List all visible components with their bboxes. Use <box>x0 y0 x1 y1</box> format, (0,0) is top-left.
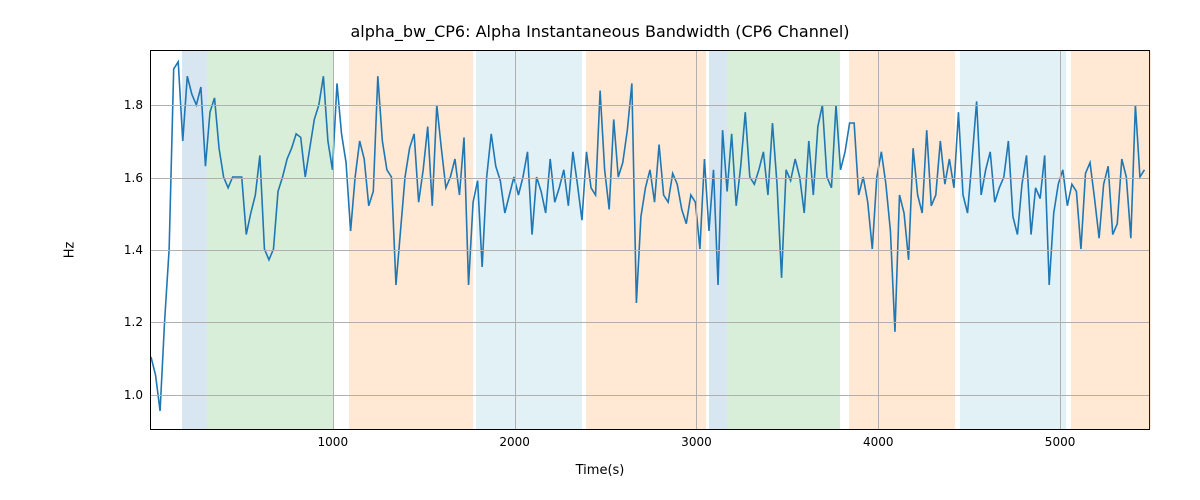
y-tick-label: 1.6 <box>124 171 151 185</box>
grid-line-h <box>151 322 1149 323</box>
series-line <box>151 62 1144 411</box>
grid-line-v <box>515 51 516 429</box>
grid-line-v <box>1060 51 1061 429</box>
grid-line-v <box>878 51 879 429</box>
x-tick-label: 3000 <box>681 429 712 449</box>
plot-area: 1.01.21.41.61.810002000300040005000 <box>150 50 1150 430</box>
y-tick-label: 1.0 <box>124 388 151 402</box>
grid-line-h <box>151 395 1149 396</box>
grid-line-h <box>151 250 1149 251</box>
chart-title: alpha_bw_CP6: Alpha Instantaneous Bandwi… <box>0 22 1200 41</box>
x-tick-label: 4000 <box>863 429 894 449</box>
x-tick-label: 2000 <box>499 429 530 449</box>
data-line <box>151 51 1149 429</box>
y-axis-label: Hz <box>63 242 78 259</box>
y-tick-label: 1.8 <box>124 98 151 112</box>
y-tick-label: 1.2 <box>124 315 151 329</box>
grid-line-v <box>333 51 334 429</box>
grid-line-h <box>151 178 1149 179</box>
x-tick-label: 1000 <box>318 429 349 449</box>
y-tick-label: 1.4 <box>124 243 151 257</box>
grid-line-h <box>151 105 1149 106</box>
grid-line-v <box>696 51 697 429</box>
chart-container: alpha_bw_CP6: Alpha Instantaneous Bandwi… <box>0 0 1200 500</box>
x-tick-label: 5000 <box>1045 429 1076 449</box>
x-axis-label: Time(s) <box>0 463 1200 478</box>
